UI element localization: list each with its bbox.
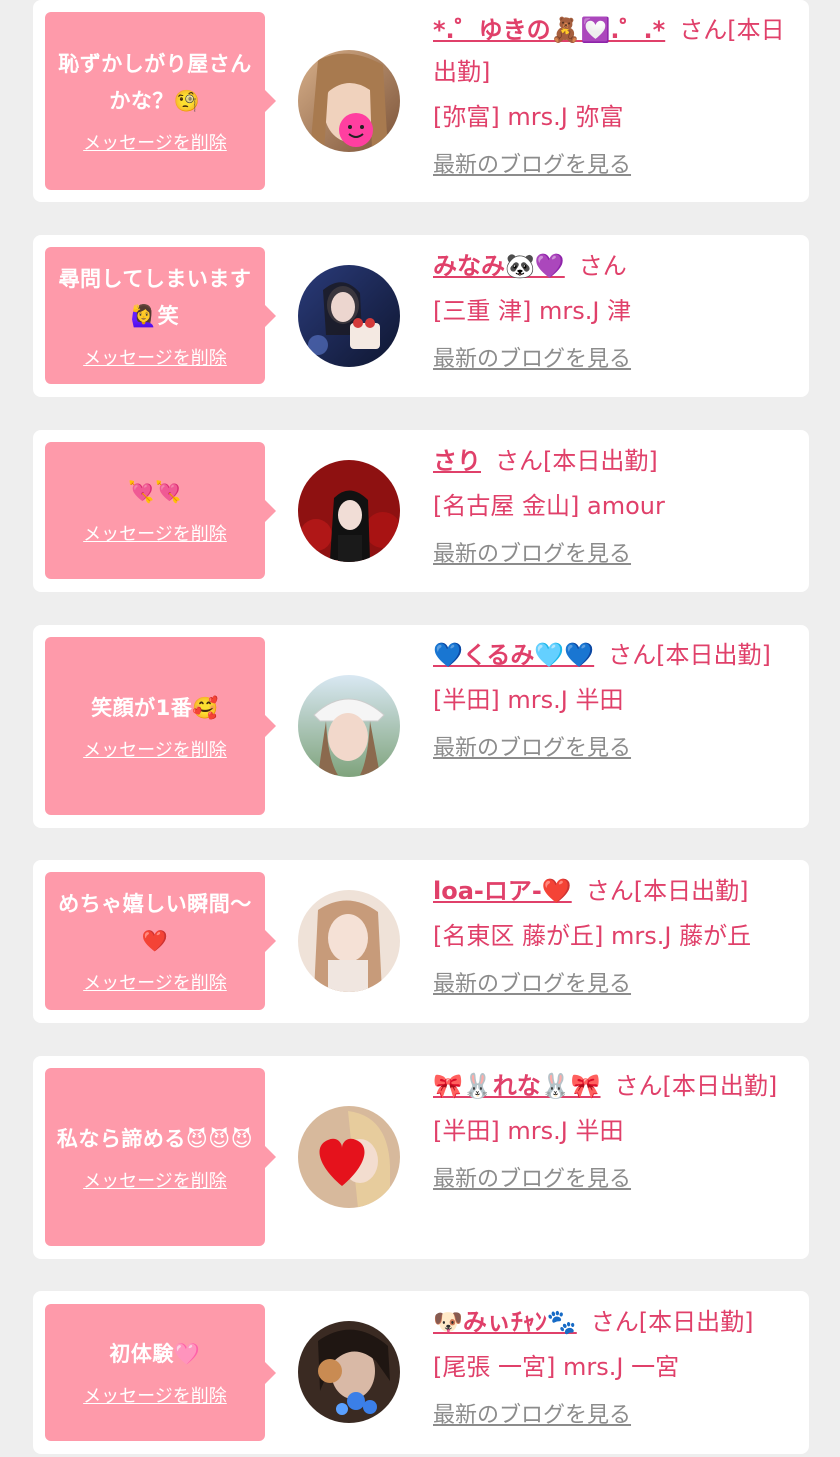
shop-label: [名東区 藤が丘] mrs.J 藤が丘: [433, 922, 752, 950]
avatar[interactable]: [298, 1321, 400, 1423]
latest-blog-link[interactable]: 最新のブログを見る: [433, 731, 631, 767]
message-card: 尋問してしまいます🙋‍♀️笑 メッセージを削除 みなみ🐼💜 さん [三重 津] m…: [33, 235, 809, 397]
shop-label: [弥富] mrs.J 弥富: [433, 103, 624, 131]
cast-name-line: *.゜ゆきの🧸💟.゜.* さん[本日出勤]: [433, 9, 793, 93]
shop-label: [半田] mrs.J 半田: [433, 1117, 624, 1145]
message-text: 💘💘: [128, 480, 182, 504]
avatar[interactable]: [298, 265, 400, 367]
cast-info: 💙くるみ🩵💙 さん[本日出勤] [半田] mrs.J 半田 最新のブログを見る: [433, 634, 793, 767]
cast-info: 🎀🐰れな🐰🎀 さん[本日出勤] [半田] mrs.J 半田 最新のブログを見る: [433, 1065, 793, 1198]
cast-name-link[interactable]: みなみ🐼💜: [433, 252, 565, 280]
delete-message-link[interactable]: メッセージを削除: [83, 739, 227, 763]
shop-label: [三重 津] mrs.J 津: [433, 297, 632, 325]
message-card: 笑顔が1番🥰 メッセージを削除 💙くるみ🩵💙 さん[本日出勤] [半田] mrs.…: [33, 625, 809, 828]
cast-name-link[interactable]: 🎀🐰れな🐰🎀: [433, 1072, 601, 1100]
message-bubble: 尋問してしまいます🙋‍♀️笑 メッセージを削除: [45, 247, 276, 384]
avatar[interactable]: [298, 460, 400, 562]
cast-suffix: さん[本日出勤]: [608, 641, 771, 669]
latest-blog-link[interactable]: 最新のブログを見る: [433, 148, 631, 184]
cast-name-link[interactable]: loa-ロア-❤️: [433, 877, 572, 905]
latest-blog-link[interactable]: 最新のブログを見る: [433, 342, 631, 378]
message-text: 尋問してしまいます🙋‍♀️笑: [58, 266, 252, 328]
cast-name-link[interactable]: さり: [433, 447, 481, 475]
message-card: 恥ずかしがり屋さんかな？🧐 メッセージを削除 *.゜ゆきの🧸💟.゜.* さん[本日…: [33, 0, 809, 202]
cast-info: 🐶みぃﾁｬﾝ🐾 さん[本日出勤] [尾張 一宮] mrs.J 一宮 最新のブログを…: [433, 1301, 793, 1434]
delete-message-link[interactable]: メッセージを削除: [83, 523, 227, 547]
cast-suffix: さん[本日出勤]: [585, 877, 749, 905]
avatar[interactable]: [298, 1106, 400, 1208]
cast-info: さり さん[本日出勤] [名古屋 金山] amour 最新のブログを見る: [433, 440, 793, 573]
delete-message-link[interactable]: メッセージを削除: [83, 972, 227, 996]
message-text: めちゃ嬉しい瞬間〜❤️: [58, 892, 252, 953]
avatar[interactable]: [298, 675, 400, 777]
shop-label: [半田] mrs.J 半田: [433, 686, 624, 714]
message-card: 初体験🩷 メッセージを削除 🐶みぃﾁｬﾝ🐾 さん[本日出勤] [尾張 一宮] mr…: [33, 1291, 809, 1454]
message-card: めちゃ嬉しい瞬間〜❤️ メッセージを削除 loa-ロア-❤️ さん[本日出勤] […: [33, 860, 809, 1023]
message-bubble: 初体験🩷 メッセージを削除: [45, 1304, 276, 1441]
cast-name-link[interactable]: *.゜ゆきの🧸💟.゜.*: [433, 16, 665, 44]
cast-name-line: 🐶みぃﾁｬﾝ🐾 さん[本日出勤]: [433, 1301, 793, 1343]
avatar[interactable]: [298, 50, 400, 152]
cast-name-line: みなみ🐼💜 さん: [433, 245, 793, 287]
message-bubble: 💘💘 メッセージを削除: [45, 442, 276, 579]
message-card: 私なら諦める😈😈😈 メッセージを削除 🎀🐰れな🐰🎀 さん[本日出勤] [半田] m…: [33, 1056, 809, 1259]
cast-info: loa-ロア-❤️ さん[本日出勤] [名東区 藤が丘] mrs.J 藤が丘 最新…: [433, 870, 793, 1003]
latest-blog-link[interactable]: 最新のブログを見る: [433, 537, 631, 573]
message-text: 初体験🩷: [109, 1342, 201, 1366]
delete-message-link[interactable]: メッセージを削除: [83, 1170, 227, 1194]
delete-message-link[interactable]: メッセージを削除: [83, 1385, 227, 1409]
cast-suffix: さん[本日出勤]: [495, 447, 658, 475]
shop-label: [名古屋 金山] amour: [433, 492, 665, 520]
message-text: 恥ずかしがり屋さんかな？🧐: [58, 52, 252, 113]
message-bubble: 恥ずかしがり屋さんかな？🧐 メッセージを削除: [45, 12, 276, 190]
cast-info: みなみ🐼💜 さん [三重 津] mrs.J 津 最新のブログを見る: [433, 245, 793, 378]
cast-name-line: さり さん[本日出勤]: [433, 440, 793, 482]
cast-name-line: loa-ロア-❤️ さん[本日出勤]: [433, 870, 793, 912]
latest-blog-link[interactable]: 最新のブログを見る: [433, 1398, 631, 1434]
message-text: 私なら諦める😈😈😈: [56, 1126, 254, 1151]
latest-blog-link[interactable]: 最新のブログを見る: [433, 967, 631, 1003]
message-list: 恥ずかしがり屋さんかな？🧐 メッセージを削除 *.゜ゆきの🧸💟.゜.* さん[本日…: [0, 0, 840, 1457]
avatar[interactable]: [298, 890, 400, 992]
message-text: 笑顔が1番🥰: [91, 695, 219, 720]
cast-name-line: 💙くるみ🩵💙 さん[本日出勤]: [433, 634, 793, 676]
cast-suffix: さん[本日出勤]: [614, 1072, 778, 1100]
shop-label: [尾張 一宮] mrs.J 一宮: [433, 1353, 680, 1381]
message-bubble: めちゃ嬉しい瞬間〜❤️ メッセージを削除: [45, 872, 276, 1010]
cast-suffix: さん[本日出勤]: [590, 1308, 754, 1336]
cast-info: *.゜ゆきの🧸💟.゜.* さん[本日出勤] [弥富] mrs.J 弥富 最新のブロ…: [433, 9, 793, 184]
cast-name-link[interactable]: 💙くるみ🩵💙: [433, 641, 594, 669]
delete-message-link[interactable]: メッセージを削除: [83, 347, 227, 371]
latest-blog-link[interactable]: 最新のブログを見る: [433, 1162, 631, 1198]
delete-message-link[interactable]: メッセージを削除: [83, 132, 227, 156]
cast-name-line: 🎀🐰れな🐰🎀 さん[本日出勤]: [433, 1065, 793, 1107]
message-card: 💘💘 メッセージを削除 さり さん[本日出勤] [名古屋 金山] amour 最新…: [33, 430, 809, 592]
message-bubble: 笑顔が1番🥰 メッセージを削除: [45, 637, 276, 815]
cast-name-link[interactable]: 🐶みぃﾁｬﾝ🐾: [433, 1308, 577, 1336]
message-bubble: 私なら諦める😈😈😈 メッセージを削除: [45, 1068, 276, 1246]
cast-suffix: さん: [578, 252, 627, 280]
